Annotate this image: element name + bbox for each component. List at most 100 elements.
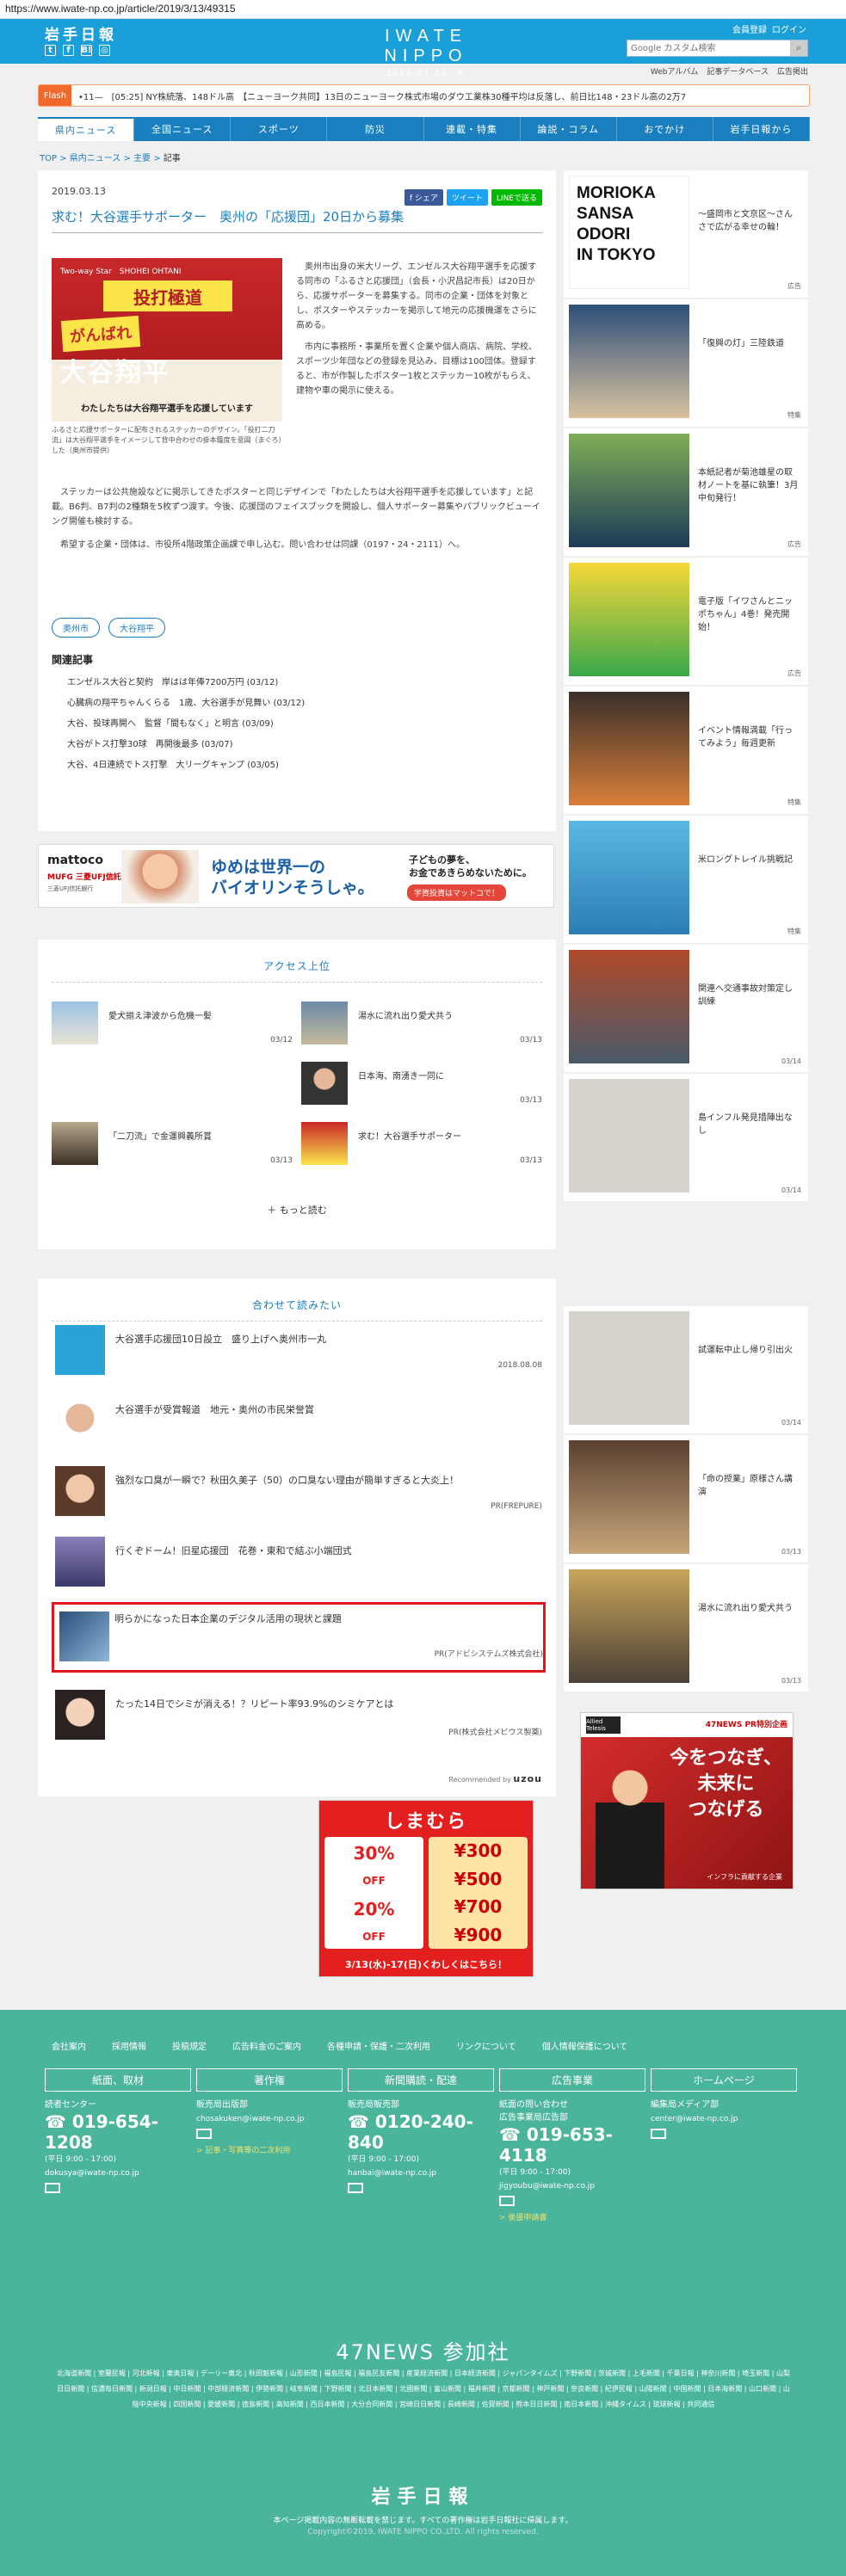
ad-cta-button[interactable]: 学資投資はマットコで！ (407, 884, 507, 901)
footer-col-head[interactable]: 広告事業 (499, 2068, 645, 2092)
sidebar-item[interactable]: MORIOKA SANSA ODORI IN TOKYO ～盛岡市と文京区～さんさで広… (564, 170, 808, 298)
instagram-icon[interactable]: ◎ (99, 45, 110, 56)
ranking-item[interactable]: 「二刀流」で金運興義所賞 03/13 (52, 1122, 293, 1167)
recommended-thumb (55, 1466, 105, 1516)
tweet-button[interactable]: ツイート (446, 189, 488, 206)
hatena-icon[interactable]: B! (81, 45, 92, 56)
recommended-item-title: 強烈な口臭が一瞬で？秋田久美子（50）の口臭ない理由が簡単すぎると大炎上！ (115, 1475, 459, 1486)
related-article-link[interactable]: エンゼルス大谷と契約 岸はは年俸7200万円 (03/12) (67, 673, 305, 693)
subnav-database[interactable]: 記事データベース (707, 65, 769, 77)
recommended-credit[interactable]: Recommended by uzou (448, 1773, 542, 1784)
sidebar-item[interactable]: 「復興の灯」三陸鉄道 特集 (564, 299, 808, 427)
line-share-button[interactable]: LINEで送る (491, 189, 542, 206)
nav-series[interactable]: 連載・特集 (424, 117, 521, 141)
footer-logo[interactable]: 岩手日報 (0, 2481, 846, 2509)
ranking-item[interactable]: 求む！大谷選手サポーター 03/13 (301, 1122, 542, 1167)
shimamura-cols: 30% OFF 20% OFF ¥300 ¥500 ¥700 ¥900 (324, 1837, 528, 1949)
breadcrumb-top[interactable]: TOP (40, 154, 57, 163)
sidebar-item[interactable]: 湯水に流れ出り愛犬共う 03/13 (564, 1564, 808, 1692)
related-article-link[interactable]: 大谷がトス打撃30球 再開後最多 (03/07) (67, 735, 305, 755)
register-link[interactable]: 会員登録 (732, 22, 767, 35)
ranking-item[interactable]: 湯水に流れ出り愛犬共う 03/13 (301, 1001, 542, 1046)
mail-icon[interactable] (348, 2183, 363, 2193)
allied-telesis-ad[interactable]: Allied Telesis 47NEWS PR特別企画 今をつなぎ、 未来に … (580, 1712, 794, 1889)
ranking-item[interactable]: 愛犬揃え津波から危機一髪 03/12 (52, 1001, 293, 1046)
nav-from-iwate-nippo[interactable]: 岩手日報から (713, 117, 810, 141)
site-logo[interactable]: 岩手日報 (45, 22, 117, 44)
nav-national-news[interactable]: 全国ニュース (134, 117, 232, 141)
recommended-item[interactable]: 行くぞドーム！旧星応援団 花巻・東和で結ぶ小端団式 (55, 1537, 542, 1597)
search-input[interactable] (627, 40, 790, 56)
nav-outing[interactable]: おでかけ (617, 117, 713, 141)
shimamura-ad[interactable]: しまむら 30% OFF 20% OFF ¥300 ¥500 ¥700 ¥900… (318, 1800, 534, 1977)
related-article-link[interactable]: 大谷、投球再開へ 監督「間もなく」と明言 (03/09) (67, 714, 305, 735)
nav-local-news[interactable]: 県内ニュース (38, 117, 135, 141)
footer-email[interactable]: hanbai@iwate-np.co.jp (348, 2169, 494, 2178)
related-article-link[interactable]: 心臓病の翔平ちゃんくらる 1歳、大谷選手が見舞い (03/12) (67, 693, 305, 714)
recommended-item-highlighted[interactable]: 明らかになった日本企業のデジタル活用の現状と課題 PR(アドビシステムズ株式会社… (52, 1602, 546, 1673)
footer-link[interactable]: 投稿規定 (172, 2039, 207, 2052)
footer-col-head[interactable]: 著作権 (196, 2068, 343, 2092)
mail-icon[interactable] (651, 2129, 666, 2139)
subnav-album[interactable]: Webアルバム (651, 65, 699, 77)
facebook-icon[interactable]: f (63, 45, 74, 56)
footer-email[interactable]: chosakuken@iwate-np.co.jp (196, 2115, 343, 2123)
footer-link[interactable]: 採用情報 (112, 2039, 146, 2052)
footer-col-copyright: 著作権 販売局出版部 chosakuken@iwate-np.co.jp > 記… (196, 2068, 343, 2155)
browser-url-bar[interactable]: https://www.iwate-np.co.jp/article/2019/… (0, 0, 846, 19)
flash-text[interactable]: •11— [05:25] NY株続落、148ドル高 【ニューヨーク共同】13日の… (71, 89, 686, 102)
footer-link[interactable]: 広告料金のご案内 (232, 2039, 301, 2052)
tag-oshu[interactable]: 奥州市 (52, 618, 100, 638)
article-photo[interactable]: Two-way Star SHOHEI OHTANI 投打極道 がんばれ 大谷翔… (52, 258, 282, 422)
sidebar-item[interactable]: 試運転中止し帰り引出火 03/14 (564, 1306, 808, 1433)
ad-body: 今をつなぎ、 未来に つなげる インフラに貢献する企業 (581, 1737, 793, 1889)
mail-icon[interactable] (499, 2196, 515, 2206)
news47-paper-list[interactable]: 北海道新聞 | 室蘭民報 | 河北新報 | 東奥日報 | デーリー東北 | 秋田… (57, 2366, 790, 2413)
footer-col-head[interactable]: 新聞購読・配達 (348, 2068, 494, 2092)
footer-col-head[interactable]: 紙面、取材 (45, 2068, 191, 2092)
footer-email[interactable]: center@iwate-np.co.jp (651, 2115, 797, 2123)
footer-link[interactable]: 個人情報保護について (542, 2039, 628, 2052)
breadcrumb-sub[interactable]: 主要 (133, 154, 151, 163)
sidebar-item[interactable]: 島インフル発見措陣出なし 03/14 (564, 1074, 808, 1201)
ranking-item[interactable]: 日本海、南湧き一同に 03/13 (301, 1062, 542, 1106)
footer-email[interactable]: jigyoubu@iwate-np.co.jp (499, 2182, 645, 2191)
login-link[interactable]: ログイン (772, 22, 806, 35)
related-article-link[interactable]: 大谷、4日連続でトス打撃 大リーグキャンプ (03/05) (67, 755, 305, 776)
subnav-ad[interactable]: 広告掲出 (777, 65, 808, 77)
footer-link[interactable]: 各種申請・保護・二次利用 (327, 2039, 430, 2052)
sidebar-item[interactable]: イベント情報満載「行ってみよう」毎週更新 特集 (564, 687, 808, 814)
search-box: ⌕ (627, 40, 808, 57)
recommended-item[interactable]: 大谷選手応援団10日設立 盛り上げへ奥州市一丸 2018.08.08 (55, 1325, 542, 1385)
tag-ohtani[interactable]: 大谷翔平 (108, 618, 165, 638)
ranking-more-link[interactable]: ＋ もっと読む (38, 1203, 556, 1217)
sidebar-item[interactable]: 「命の授業」原様さん講演 03/13 (564, 1435, 808, 1562)
ad-right-text: 子どもの夢を、 お金であきらめないために。 (409, 854, 532, 878)
footer-link[interactable]: 会社案内 (52, 2039, 86, 2052)
nav-editorial[interactable]: 論説・コラム (521, 117, 617, 141)
nav-sports[interactable]: スポーツ (231, 117, 328, 141)
mattoco-ad-banner[interactable]: mattoco MUFG 三菱UFJ信託銀行 三菱UFJ信託銀行 ゆめは世界一の… (38, 844, 554, 908)
sidebar-item-title: 島インフル発見措陣出なし (698, 1113, 793, 1136)
footer-link[interactable]: リンクについて (456, 2039, 516, 2052)
footer-extra-link[interactable]: > 記事・写真等の二次利用 (196, 2144, 343, 2155)
recommended-item[interactable]: 大谷選手が受賞報道 地元・奥州の市民栄誉賞 (55, 1396, 542, 1456)
twitter-icon[interactable]: t (45, 45, 56, 56)
sidebar-item[interactable]: 本紙記者が菊池雄星の取材ノートを基に執筆！3月中旬発行！ 広告 (564, 428, 808, 556)
search-icon[interactable]: ⌕ (790, 40, 807, 56)
mail-icon[interactable] (45, 2183, 60, 2193)
sidebar-item[interactable]: 関連へ交通事故対策定し訓練 03/14 (564, 945, 808, 1072)
footer-email[interactable]: dokusya@iwate-np.co.jp (45, 2169, 191, 2178)
nav-disaster[interactable]: 防災 (327, 117, 424, 141)
phone-number: 019-653-4118 (499, 2124, 613, 2166)
breadcrumb-category[interactable]: 県内ニュース (70, 154, 121, 163)
sidebar-item[interactable]: 米ロングトレイル挑戦記 特集 (564, 816, 808, 943)
footer-col-head[interactable]: ホームページ (651, 2068, 797, 2092)
footer-extra-link[interactable]: > 後援申請書 (499, 2211, 645, 2222)
mail-icon[interactable] (196, 2129, 212, 2139)
sidebar-item[interactable]: 電子版「イワさんとニッポちゃん」4巻！発売開始！ 広告 (564, 558, 808, 685)
recommended-item[interactable]: たった14日でシミが消える！？リピート率93.9%のシミケアとは PR(株式会社… (55, 1690, 542, 1750)
recommended-item[interactable]: 強烈な口臭が一瞬で？秋田久美子（50）の口臭ない理由が簡単すぎると大炎上！ PR… (55, 1466, 542, 1526)
facebook-share-button[interactable]: f シェア (404, 189, 443, 206)
brand-block[interactable]: IWATE NIPPO 2019.03.14. 木 (340, 27, 512, 78)
